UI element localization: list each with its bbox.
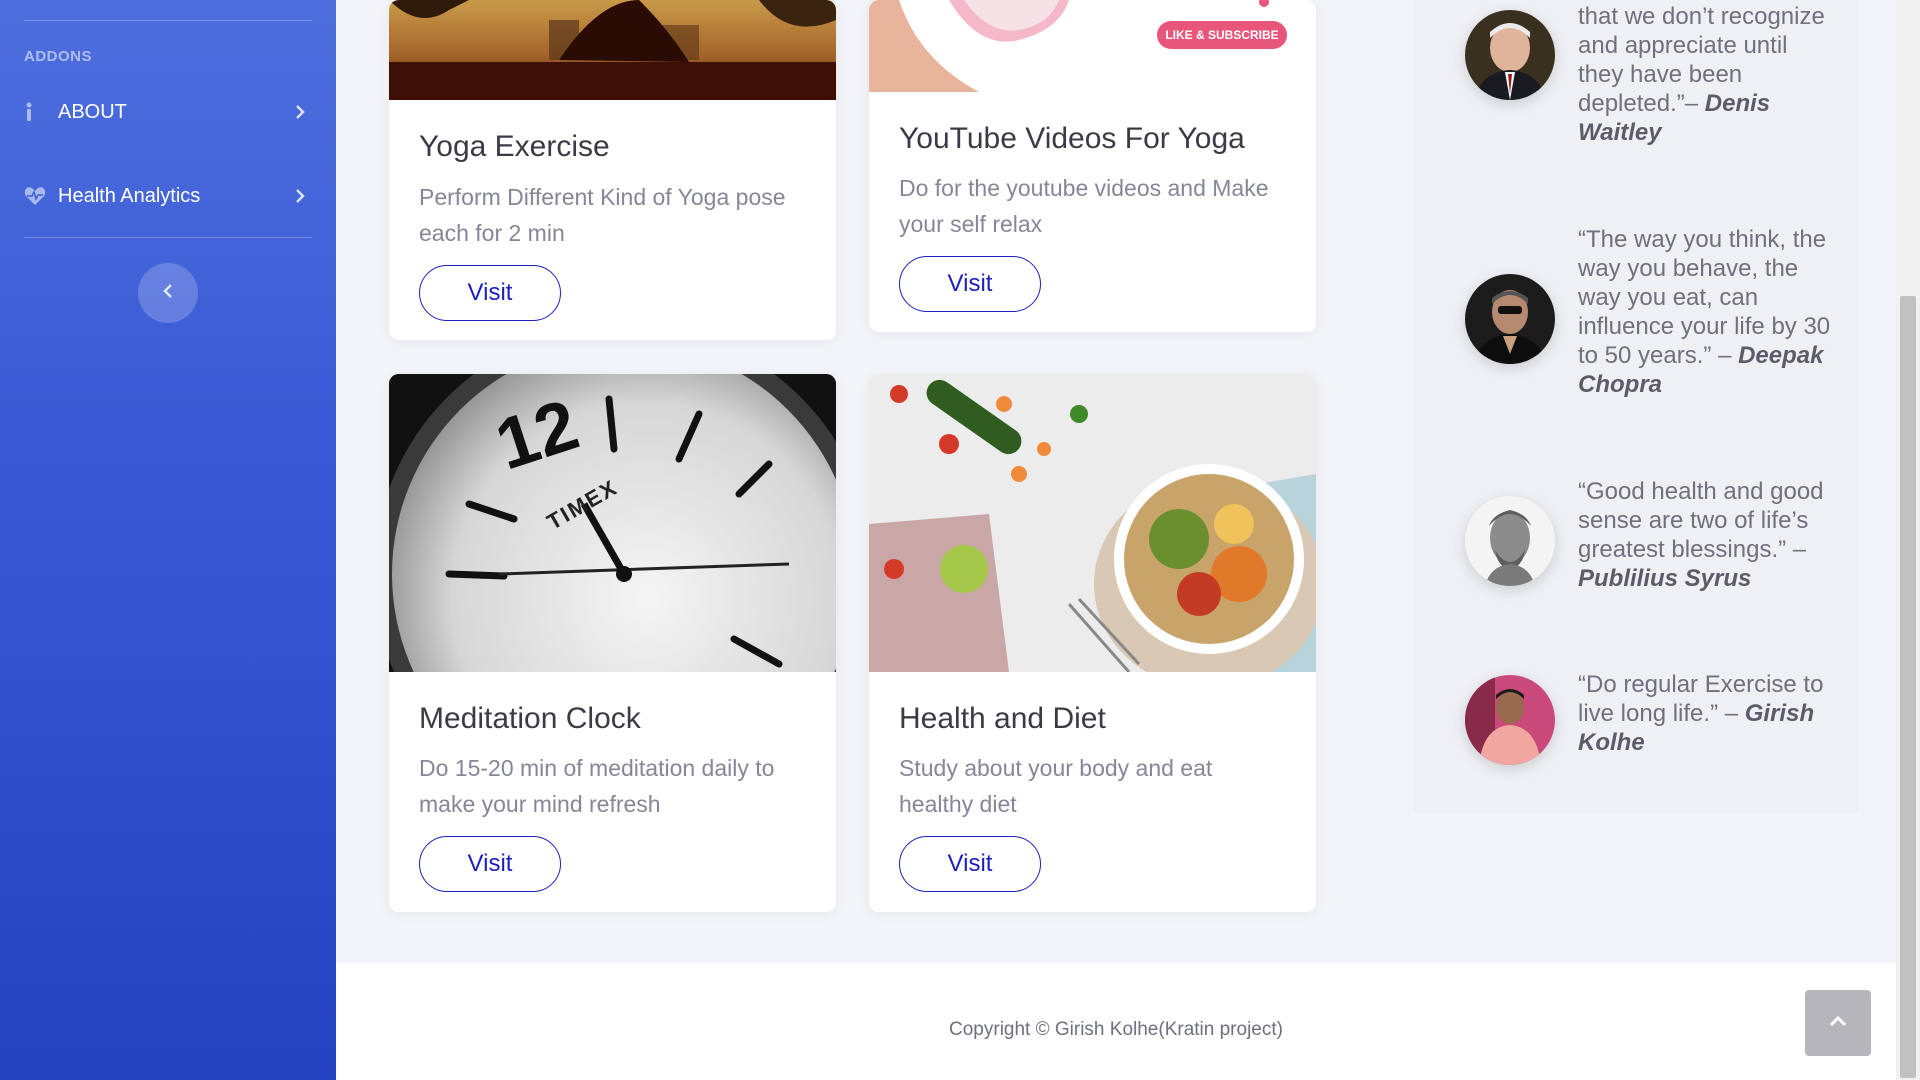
sidebar-item-about[interactable]: ABOUT xyxy=(24,88,312,136)
quote-text: that we don’t recognize and appreciate u… xyxy=(1578,3,1825,146)
visit-button[interactable]: Visit xyxy=(899,836,1041,892)
quote-author: Publilius Syrus xyxy=(1578,565,1752,592)
card-health-diet: Health and Diet Study about your body an… xyxy=(869,374,1316,912)
sidebar-heading: ADDONS xyxy=(24,48,93,65)
scrollbar-thumb[interactable] xyxy=(1900,296,1916,1078)
card-youtube-yoga: LIKE & SUBSCRIBE YouTube Videos For Yoga… xyxy=(869,0,1316,332)
sidebar-item-label: Health Analytics xyxy=(58,184,201,207)
meditation-clock-image: 12 TIMEX xyxy=(389,374,836,824)
health-diet-image xyxy=(869,374,1316,689)
visit-button[interactable]: Visit xyxy=(899,256,1041,312)
card-title: Health and Diet xyxy=(899,702,1106,735)
visit-button[interactable]: Visit xyxy=(419,836,561,892)
card-yoga-exercise: Yoga Exercise Perform Different Kind of … xyxy=(389,0,836,340)
card-title: Meditation Clock xyxy=(419,702,641,735)
avatar xyxy=(1465,274,1555,364)
quote-text: “Good health and good sense are two of l… xyxy=(1578,478,1824,592)
copyright-text: Copyright © Girish Kolhe(Kratin project) xyxy=(949,1019,1283,1040)
sidebar: ADDONS ABOUT Health Analytics xyxy=(0,0,336,1080)
chevron-right-icon xyxy=(288,104,312,120)
avatar xyxy=(1465,496,1555,586)
sidebar-divider xyxy=(24,237,312,238)
sidebar-toggle-button[interactable] xyxy=(138,263,198,323)
footer: Copyright © Girish Kolhe(Kratin project) xyxy=(336,963,1896,1080)
sidebar-divider xyxy=(24,20,312,21)
quotes-panel: that we don’t recognize and appreciate u… xyxy=(1413,0,1859,813)
chevron-up-icon xyxy=(1829,1014,1847,1032)
youtube-yoga-image: LIKE & SUBSCRIBE xyxy=(869,0,1316,92)
like-subscribe-badge: LIKE & SUBSCRIBE xyxy=(1165,28,1279,42)
card-text: Do for the youtube videos and Make your … xyxy=(899,175,1269,237)
yoga-exercise-image xyxy=(389,0,836,100)
avatar xyxy=(1465,675,1555,765)
sidebar-item-label: ABOUT xyxy=(58,100,127,123)
quote-text: “Do regular Exercise to live long life.”… xyxy=(1578,671,1824,756)
visit-button[interactable]: Visit xyxy=(419,265,561,321)
avatar xyxy=(1465,10,1555,100)
scroll-to-top-button[interactable] xyxy=(1805,990,1871,1056)
heartbeat-icon xyxy=(24,186,58,206)
sidebar-item-health-analytics[interactable]: Health Analytics xyxy=(24,172,312,220)
card-meditation-clock: 12 TIMEX Meditation Clock Do 15-20 min o… xyxy=(389,374,836,912)
chevron-left-icon xyxy=(162,283,174,304)
card-text: Perform Different Kind of Yoga pose each… xyxy=(419,184,786,246)
chevron-right-icon xyxy=(288,188,312,204)
info-icon xyxy=(24,102,58,122)
card-title: YouTube Videos For Yoga xyxy=(899,122,1245,155)
quote-text: “The way you think, the way you behave, … xyxy=(1578,226,1831,398)
card-title: Yoga Exercise xyxy=(419,130,610,163)
card-text: Do 15-20 min of meditation daily to make… xyxy=(419,755,775,817)
card-text: Study about your body and eat healthy di… xyxy=(899,755,1213,817)
